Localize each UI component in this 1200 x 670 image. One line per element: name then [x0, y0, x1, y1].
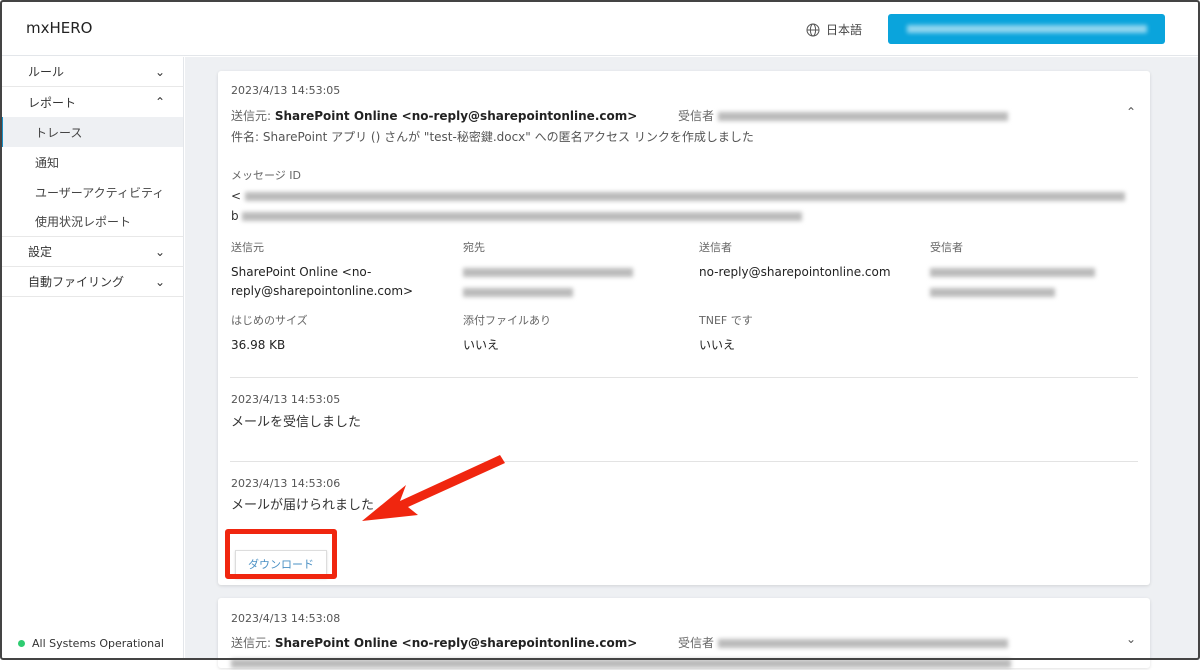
collapse-chevron-icon[interactable]: ⌃ — [1126, 105, 1136, 119]
redacted-recipient — [930, 268, 1095, 277]
sidebar-item-label: 自動ファイリング — [28, 275, 125, 289]
redacted-recipient — [930, 288, 1055, 297]
logo: mxHERO — [26, 19, 93, 37]
from-value: SharePoint Online <no-reply@sharepointon… — [274, 636, 638, 650]
chevron-down-icon: ⌄ — [154, 244, 165, 259]
redacted-account — [906, 25, 1147, 33]
sidebar-item-usage-report[interactable]: 使用状況レポート — [0, 207, 183, 237]
main-content: 2023/4/13 14:53:05 送信元: SharePoint Onlin… — [185, 57, 1200, 668]
redacted-message-id — [244, 192, 1125, 201]
timestamp: 2023/4/13 14:53:08 — [231, 612, 341, 625]
sidebar-item-label: ルール — [28, 65, 65, 79]
redacted-message-id — [242, 212, 803, 221]
sidebar-item-auto-filing[interactable]: 自動ファイリング ⌄ — [0, 267, 183, 297]
red-arrow-annotation — [362, 455, 505, 521]
attachment-label: 添付ファイルあり — [463, 314, 551, 327]
redacted-to — [463, 288, 573, 297]
event-timestamp: 2023/4/13 14:53:06 — [231, 477, 341, 490]
event-timestamp: 2023/4/13 14:53:05 — [231, 393, 341, 406]
system-status[interactable]: All Systems Operational — [18, 637, 164, 650]
chevron-up-icon: ⌃ — [154, 95, 165, 109]
sidebar-item-label: 設定 — [28, 245, 53, 259]
divider — [230, 377, 1138, 378]
tnef-value: いいえ — [699, 338, 736, 352]
sidebar-item-label: レポート — [28, 95, 77, 110]
redacted-recipient — [717, 112, 1008, 121]
language-label: 日本語 — [826, 23, 863, 37]
message-id-line1: < — [231, 189, 242, 203]
from-field-label: 送信元 — [231, 241, 264, 254]
sidebar-item-user-activity[interactable]: ユーザーアクティビティ — [0, 177, 183, 207]
sidebar: ルール ⌄ レポート ⌃ トレース 通知 ユーザーアクティビティ 使用状況レポート … — [0, 57, 184, 660]
recipient-label: 受信者 — [678, 636, 715, 650]
from-label: 送信元: — [231, 109, 272, 123]
subject-value: SharePoint アプリ () さんが "test-秘密鍵.docx" への… — [262, 130, 754, 144]
status-dot-icon — [18, 640, 25, 647]
redacted-to — [463, 268, 633, 277]
redacted-recipient — [717, 639, 1008, 648]
sidebar-item-settings[interactable]: 設定 ⌄ — [0, 237, 183, 267]
globe-icon — [806, 23, 820, 36]
chevron-down-icon: ⌄ — [154, 64, 165, 79]
language-selector[interactable]: 日本語 — [806, 21, 862, 38]
expand-chevron-icon[interactable]: ⌄ — [1126, 632, 1136, 646]
recipient-label: 受信者 — [678, 109, 715, 123]
timestamp: 2023/4/13 14:53:05 — [231, 84, 341, 97]
status-text: All Systems Operational — [32, 637, 164, 650]
from-label: 送信元: — [231, 636, 272, 650]
from-value: SharePoint Online <no-reply@sharepointon… — [274, 109, 638, 123]
sidebar-item-notifications[interactable]: 通知 — [0, 147, 183, 177]
message-id-line2: b — [231, 209, 239, 223]
from-field-value: SharePoint Online <no-reply@sharepointon… — [231, 265, 414, 298]
redacted-subject — [231, 659, 1011, 668]
size-value: 36.98 KB — [231, 338, 286, 352]
sender-field-label: 送信者 — [699, 241, 732, 254]
header: mxHERO 日本語 — [0, 0, 1200, 56]
event-text: メールを受信しました — [231, 415, 362, 430]
subject-label: 件名: — [231, 130, 260, 144]
tnef-label: TNEF です — [699, 314, 753, 327]
sidebar-item-rules[interactable]: ルール ⌄ — [0, 57, 183, 87]
sidebar-item-reports[interactable]: レポート ⌃ — [0, 87, 183, 117]
sender-field-value: no-reply@sharepointonline.com — [699, 265, 891, 279]
message-id-label: メッセージ ID — [231, 169, 301, 182]
size-label: はじめのサイズ — [231, 314, 308, 327]
attachment-value: いいえ — [463, 338, 500, 352]
sidebar-item-trace[interactable]: トレース — [0, 117, 183, 147]
chevron-down-icon: ⌄ — [154, 274, 165, 289]
to-field-label: 宛先 — [463, 241, 485, 254]
trace-card: 2023/4/13 14:53:08 送信元: SharePoint Onlin… — [218, 598, 1150, 668]
highlight-box — [225, 529, 337, 579]
recipient-field-label: 受信者 — [930, 241, 963, 254]
account-button[interactable] — [888, 14, 1165, 44]
